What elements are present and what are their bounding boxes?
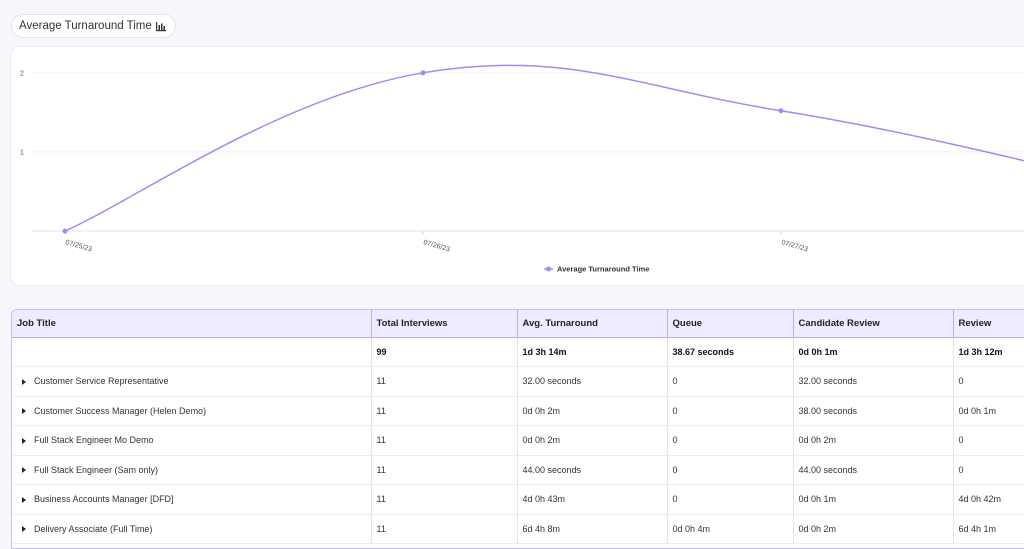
expand-caret-icon[interactable] xyxy=(22,378,26,385)
data-point xyxy=(778,108,784,114)
job-title: Full Stack Engineer (Sam only) xyxy=(34,464,159,475)
table-cell: 0d 0h 4m xyxy=(667,514,794,544)
table-row[interactable]: Full Stack Engineer Mo Demo 11 0d 0h 2m 0 0d… xyxy=(12,425,1024,456)
y-tick-label: 2 xyxy=(20,70,24,77)
column-header[interactable]: Job Title xyxy=(12,310,372,338)
table-cell: 0 xyxy=(667,366,794,397)
bar-chart-icon xyxy=(155,21,166,31)
column-header[interactable]: Queue xyxy=(667,310,794,338)
table-cell: 11 xyxy=(371,396,518,426)
table-cell: 0d 0h 2m xyxy=(793,425,954,456)
table-cell: 0 xyxy=(667,396,794,426)
table-cell: 0d 0h 2m xyxy=(517,425,668,456)
total-cell: 99 xyxy=(371,337,518,367)
job-title: Business Accounts Manager [DFD] xyxy=(34,494,174,505)
job-title-cell: Full Stack Engineer (Sam only) xyxy=(12,455,372,485)
table-cell: 4d 0h 43m xyxy=(517,484,668,515)
table-cell: 44.00 seconds xyxy=(517,455,668,485)
interviews-table: Job Title Total Interviews Avg. Turnaround… xyxy=(12,310,1024,544)
table-cell: 0 xyxy=(953,366,1024,397)
job-title: Full Stack Engineer Mo Demo xyxy=(34,435,154,446)
column-header[interactable]: Total Interviews xyxy=(371,310,518,338)
total-cell xyxy=(12,337,372,367)
expand-caret-icon[interactable] xyxy=(22,408,26,415)
total-cell: 38.67 seconds xyxy=(667,337,794,367)
data-point xyxy=(420,70,426,76)
table-cell: 11 xyxy=(371,514,518,544)
table-header-row: Job Title Total Interviews Avg. Turnaround… xyxy=(12,310,1024,338)
total-cell: 0d 0h 1m xyxy=(793,337,954,367)
interviews-table-card: Job Title Total Interviews Avg. Turnaround… xyxy=(11,309,1024,549)
table-cell: 0d 0h 2m xyxy=(793,514,954,544)
table-cell: 0 xyxy=(953,455,1024,485)
job-title: Delivery Associate (Full Time) xyxy=(34,523,153,534)
expand-caret-icon[interactable] xyxy=(22,526,26,533)
table-row[interactable]: Full Stack Engineer (Sam only) 11 44.00 se… xyxy=(12,455,1024,485)
chart-title-chip[interactable]: Average Turnaround Time xyxy=(11,14,176,38)
table-cell: 6d 4h 8m xyxy=(517,514,668,544)
table-cell: 38.00 seconds xyxy=(793,396,954,426)
table-row[interactable]: Customer Service Representative 11 32.00 s… xyxy=(12,366,1024,397)
job-title: Customer Success Manager (Helen Demo) xyxy=(34,405,207,416)
table-cell: 0 xyxy=(953,425,1024,456)
table-cell: 4d 0h 42m xyxy=(953,484,1024,515)
table-cell: 0d 0h 1m xyxy=(953,396,1024,426)
job-title-cell: Delivery Associate (Full Time) xyxy=(12,514,372,544)
legend-marker xyxy=(546,266,551,272)
job-title: Customer Service Representative xyxy=(34,376,169,387)
expand-caret-icon[interactable] xyxy=(22,496,26,503)
expand-caret-icon[interactable] xyxy=(22,467,26,474)
total-cell: 1d 3h 14m xyxy=(517,337,668,367)
chart-title: Average Turnaround Time xyxy=(19,20,152,32)
table-cell: 11 xyxy=(371,455,518,485)
table-row[interactable]: Delivery Associate (Full Time) 11 6d 4h 8m… xyxy=(12,514,1024,544)
table-cell: 0d 0h 2m xyxy=(517,396,668,426)
job-title-cell: Business Accounts Manager [DFD] xyxy=(12,484,372,515)
expand-caret-icon[interactable] xyxy=(22,437,26,444)
table-cell: 0 xyxy=(667,484,794,515)
totals-row: 99 1d 3h 14m 38.67 seconds 0d 0h 1m 1d 3h 12… xyxy=(12,337,1024,367)
x-tick-label: 07/25/23 xyxy=(64,239,92,253)
table-cell: 32.00 seconds xyxy=(793,366,954,397)
y-tick-label: 1 xyxy=(20,149,24,156)
job-title-cell: Full Stack Engineer Mo Demo xyxy=(12,425,372,456)
column-header[interactable]: Review xyxy=(953,310,1024,338)
x-tick-label: 07/26/23 xyxy=(422,239,450,253)
table-cell: 32.00 seconds xyxy=(517,366,668,397)
table-cell: 44.00 seconds xyxy=(793,455,954,485)
table-cell: 11 xyxy=(371,484,518,515)
table-cell: 11 xyxy=(371,366,518,397)
table-cell: 0d 0h 1m xyxy=(793,484,954,515)
table-cell: 0 xyxy=(667,455,794,485)
table-cell: 0 xyxy=(667,425,794,456)
data-point xyxy=(62,228,68,234)
x-tick-label: 07/27/23 xyxy=(780,239,808,253)
table-row[interactable]: Business Accounts Manager [DFD] 11 4d 0h 4… xyxy=(12,484,1024,515)
total-cell: 1d 3h 12m xyxy=(953,337,1024,367)
table-cell: 6d 4h 1m xyxy=(953,514,1024,544)
column-header[interactable]: Avg. Turnaround xyxy=(517,310,668,338)
table-cell: 11 xyxy=(371,425,518,456)
legend-label: Average Turnaround Time xyxy=(557,265,649,274)
chart-card: 1 2 07/25/23 07/26/23 07/27/23 Average Turnar… xyxy=(10,46,1024,286)
series-line xyxy=(64,64,1024,232)
job-title-cell: Customer Success Manager (Helen Demo) xyxy=(12,396,372,426)
table-row[interactable]: Customer Success Manager (Helen Demo) 11 0… xyxy=(12,396,1024,426)
line-chart: 1 2 07/25/23 07/26/23 07/27/23 Average Turnar… xyxy=(20,64,1024,274)
job-title-cell: Customer Service Representative xyxy=(12,366,372,397)
column-header[interactable]: Candidate Review xyxy=(793,310,954,338)
